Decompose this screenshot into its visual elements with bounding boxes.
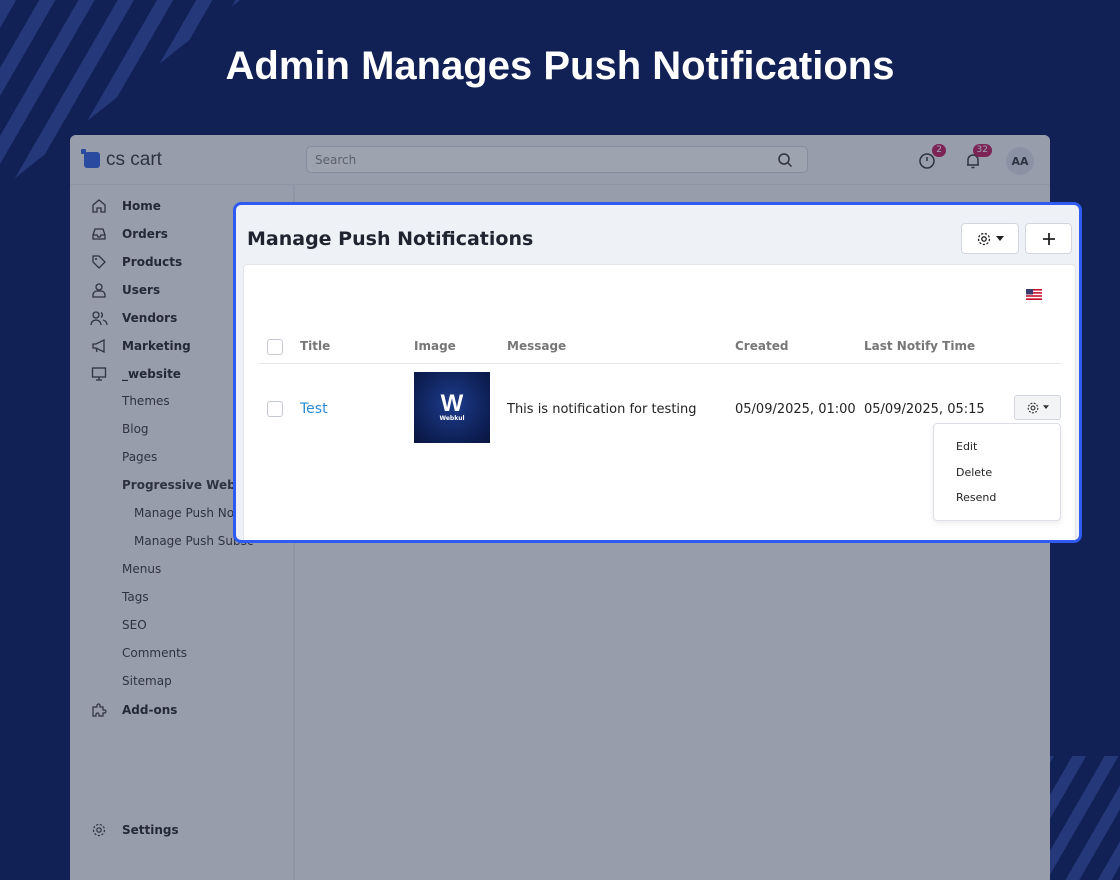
action-edit[interactable]: Edit <box>956 440 977 453</box>
webkul-logo-mark: W <box>440 390 464 417</box>
notifications-table-card: Title Image Message Created Last Notify … <box>243 264 1076 540</box>
gear-icon <box>977 232 991 245</box>
action-resend[interactable]: Resend <box>956 491 996 504</box>
notification-created: 05/09/2025, 01:00 <box>735 402 856 417</box>
page-title: Manage Push Notifications <box>247 228 534 250</box>
gear-icon <box>1027 402 1039 413</box>
action-delete[interactable]: Delete <box>956 466 992 479</box>
manage-push-notifications-panel: Manage Push Notifications Title Image Me… <box>233 202 1082 543</box>
us-flag-icon[interactable] <box>1026 289 1042 300</box>
notification-title-link[interactable]: Test <box>300 401 328 417</box>
column-header-title[interactable]: Title <box>300 339 330 353</box>
row-actions-button[interactable] <box>1014 395 1061 420</box>
page-headline: Admin Manages Push Notifications <box>225 44 895 88</box>
caret-down-icon <box>1043 405 1049 409</box>
column-header-message[interactable]: Message <box>507 339 566 353</box>
column-header-created[interactable]: Created <box>735 339 788 353</box>
notification-last-notify-time: 05/09/2025, 05:15 <box>864 402 985 417</box>
header-divider <box>258 363 1062 364</box>
webkul-logo-text: Webkul <box>439 415 465 422</box>
caret-down-icon <box>996 235 1004 241</box>
column-header-last-notify-time[interactable]: Last Notify Time <box>864 339 975 353</box>
row-checkbox[interactable] <box>267 401 283 417</box>
column-header-image: Image <box>414 339 456 353</box>
select-all-checkbox[interactable] <box>267 339 283 355</box>
add-notification-button[interactable] <box>1025 223 1072 254</box>
notification-image: W Webkul <box>414 372 490 443</box>
decorative-stripes-bottom-right <box>1040 756 1120 880</box>
row-actions-dropdown: Edit Delete Resend <box>933 423 1061 521</box>
settings-dropdown-button[interactable] <box>961 223 1019 254</box>
plus-icon <box>1042 232 1055 245</box>
notification-message: This is notification for testing <box>507 402 697 417</box>
